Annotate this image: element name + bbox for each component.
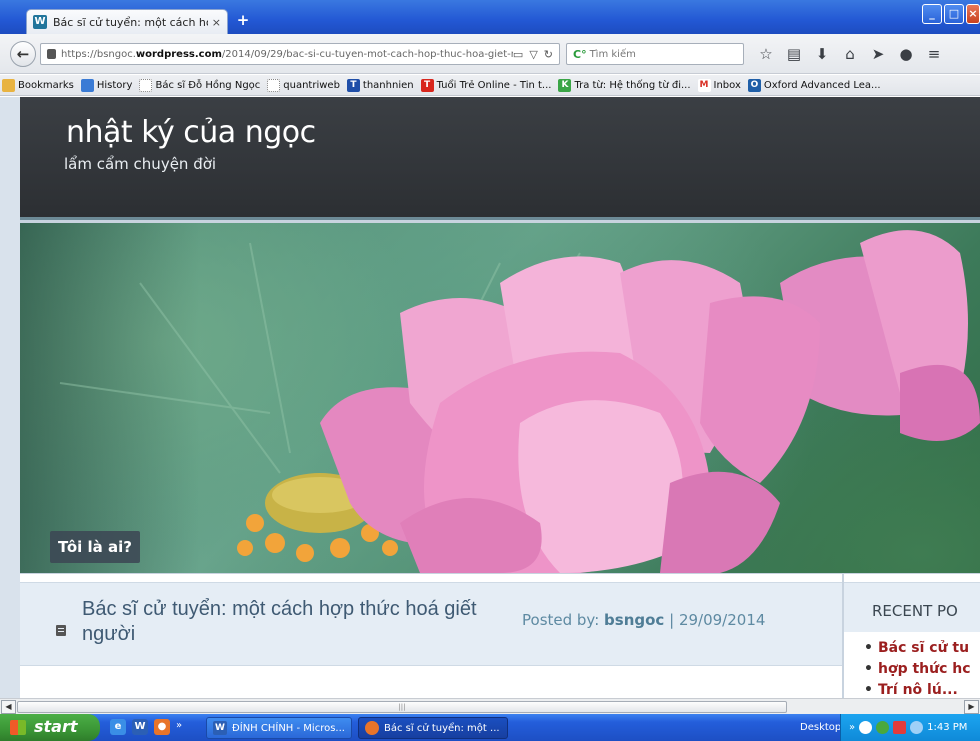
- bookmark-item[interactable]: K Tra từ: Hệ thống từ đi...: [558, 78, 691, 92]
- menu-icon[interactable]: ≡: [920, 45, 948, 63]
- bookmark-item[interactable]: M Inbox: [697, 78, 741, 92]
- windows-taskbar: start e W ● » W ĐÍNH CHÍNH - Micros... B…: [0, 714, 980, 741]
- about-me-button[interactable]: Tôi là ai?: [50, 531, 140, 563]
- antivirus-icon[interactable]: [893, 721, 907, 734]
- recent-post-link[interactable]: Bác sĩ cử tu: [862, 638, 980, 659]
- windows-logo-icon: [10, 720, 26, 735]
- home-icon[interactable]: ⌂: [836, 45, 864, 63]
- tab-title: Bác sĩ cử tuyển: một cách hợ...: [53, 15, 208, 29]
- history-icon: [80, 78, 94, 92]
- post-date[interactable]: 29/09/2014: [679, 611, 765, 629]
- taskbar-item-firefox[interactable]: Bác sĩ cử tuyển: một ...: [358, 717, 508, 739]
- bookmarks-menu-icon[interactable]: ▤: [780, 45, 808, 63]
- horizontal-scrollbar[interactable]: ◀ ||| ▶: [0, 698, 980, 714]
- bookmark-item[interactable]: T Tuổi Trẻ Online - Tin t...: [420, 78, 551, 92]
- recent-post-link[interactable]: Trí nô lú...: [862, 680, 980, 698]
- recent-posts-list: Bác sĩ cử tu hợp thức hc Trí nô lú...: [862, 638, 980, 698]
- word-icon[interactable]: W: [132, 719, 148, 735]
- reload-icon[interactable]: ↻: [544, 48, 553, 61]
- wordpress-icon: W: [33, 15, 47, 29]
- bookmarks-bar: Bookmarks History Bác sĩ Đỗ Hồng Ngọc qu…: [0, 75, 980, 96]
- desktop-toolbar-label[interactable]: Desktop: [800, 722, 841, 733]
- gmail-icon: M: [697, 78, 711, 92]
- page-icon: [139, 78, 153, 92]
- new-tab-button[interactable]: +: [232, 12, 254, 30]
- page-icon: [267, 78, 281, 92]
- url-text[interactable]: https://bsngoc.wordpress.com/2014/09/29/…: [61, 49, 513, 60]
- thanhnien-icon: T: [346, 78, 360, 92]
- post-title[interactable]: Bác sĩ cử tuyển: một cách hợp thức hoá g…: [82, 597, 522, 647]
- close-window-button[interactable]: ×: [966, 4, 980, 24]
- scroll-right-icon[interactable]: ▶: [964, 700, 979, 714]
- network-icon[interactable]: [859, 721, 873, 734]
- document-icon: [56, 625, 66, 636]
- quick-launch: e W ● »: [110, 719, 182, 735]
- post-meta: Posted by: bsngoc | 29/09/2014: [522, 611, 766, 629]
- tratu-icon: K: [558, 78, 572, 92]
- lotus-flower-image: [59, 230, 980, 573]
- start-button[interactable]: start: [0, 714, 100, 741]
- back-button[interactable]: ←: [10, 41, 36, 67]
- system-tray: » 1:43 PM: [840, 714, 980, 741]
- main-content: Bác sĩ cử tuyển: một cách hợp thức hoá g…: [20, 574, 842, 698]
- chat-icon[interactable]: ●: [892, 45, 920, 63]
- close-tab-icon[interactable]: ×: [212, 16, 221, 29]
- bookmark-item[interactable]: Bookmarks: [2, 78, 74, 92]
- tuoitre-icon: T: [420, 78, 434, 92]
- firefox-icon: [365, 721, 379, 735]
- site-title[interactable]: nhật ký của ngọc: [66, 115, 316, 150]
- ie-icon[interactable]: e: [110, 719, 126, 735]
- maximize-button[interactable]: □: [944, 4, 964, 24]
- firefox-icon[interactable]: ●: [154, 719, 170, 735]
- recent-posts-heading: RECENT PO: [844, 582, 980, 632]
- downloads-icon[interactable]: ⬇: [808, 45, 836, 63]
- bookmark-item[interactable]: quantriweb: [267, 78, 340, 92]
- bookmark-item[interactable]: O Oxford Advanced Lea...: [747, 78, 881, 92]
- volume-icon[interactable]: [910, 721, 924, 734]
- reader-view-icon[interactable]: ▭: [513, 48, 523, 61]
- address-bar[interactable]: https://bsngoc.wordpress.com/2014/09/29/…: [40, 43, 560, 65]
- site-tagline: lẩm cẩm chuyện đời: [64, 155, 217, 173]
- site-header: nhật ký của ngọc lẩm cẩm chuyện đời: [20, 97, 980, 220]
- search-bar[interactable]: C° Tìm kiếm: [566, 43, 744, 65]
- dropdown-icon[interactable]: ▽: [529, 48, 537, 61]
- lock-icon: [47, 49, 56, 59]
- minimize-button[interactable]: _: [922, 4, 942, 24]
- word-icon: W: [213, 721, 227, 735]
- quick-launch-more-icon[interactable]: »: [176, 719, 182, 735]
- post-author-link[interactable]: bsngoc: [604, 611, 664, 629]
- search-placeholder: Tìm kiếm: [589, 48, 636, 60]
- oxford-icon: O: [747, 78, 761, 92]
- browser-tab[interactable]: W Bác sĩ cử tuyển: một cách hợ... ×: [26, 9, 228, 34]
- bookmark-item[interactable]: Bác sĩ Đỗ Hồng Ngọc: [139, 78, 260, 92]
- tray-expand-icon[interactable]: »: [849, 722, 855, 733]
- window-controls: _ □ ×: [922, 4, 980, 24]
- scrollbar-thumb[interactable]: |||: [17, 701, 787, 713]
- security-icon[interactable]: [876, 721, 890, 734]
- sidebar: RECENT PO Bác sĩ cử tu hợp thức hc Trí n…: [844, 574, 980, 698]
- clock[interactable]: 1:43 PM: [927, 722, 967, 733]
- post-header: Bác sĩ cử tuyển: một cách hợp thức hoá g…: [20, 582, 842, 666]
- navigation-toolbar: ← https://bsngoc.wordpress.com/2014/09/2…: [0, 34, 980, 74]
- taskbar-item-word[interactable]: W ĐÍNH CHÍNH - Micros...: [206, 717, 352, 739]
- bookmark-star-icon[interactable]: ☆: [752, 45, 780, 63]
- window-titlebar: W Bác sĩ cử tuyển: một cách hợ... × + _ …: [0, 0, 980, 34]
- scroll-left-icon[interactable]: ◀: [1, 700, 16, 714]
- bookmark-item[interactable]: History: [80, 78, 132, 92]
- recent-post-link[interactable]: hợp thức hc: [862, 659, 980, 680]
- header-image: Tôi là ai?: [20, 223, 980, 573]
- search-engine-icon: C°: [573, 47, 587, 61]
- bookmark-item[interactable]: Tthanhnien: [346, 78, 414, 92]
- page-viewport: nhật ký của ngọc lẩm cẩm chuyện đời Tôi …: [0, 97, 980, 698]
- send-icon[interactable]: ➤: [864, 45, 892, 63]
- folder-icon: [2, 78, 15, 92]
